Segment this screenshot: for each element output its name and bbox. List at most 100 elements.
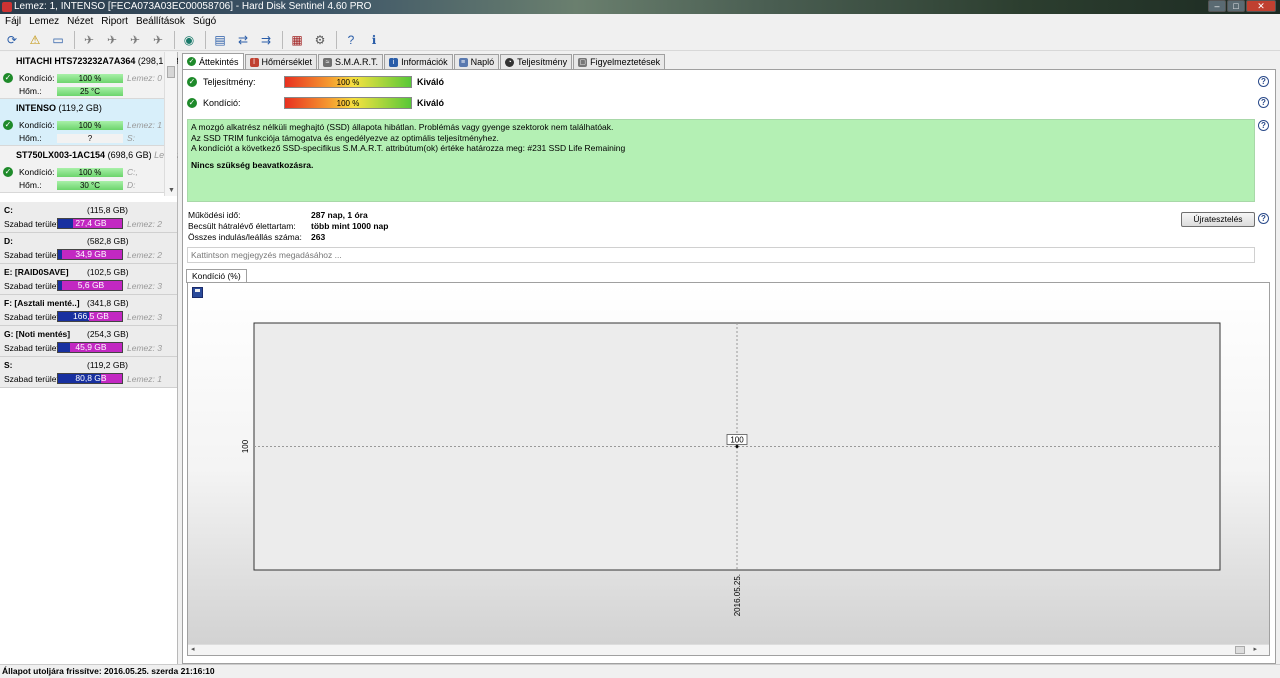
help-icon[interactable]: ? xyxy=(1258,213,1269,224)
condition-bar: 100 % xyxy=(57,168,123,177)
alerts-icon: ▢ xyxy=(578,57,588,67)
disk-name: ST750LX003-1AC154 (698,6 GB) Lemez: 2 xyxy=(16,150,178,160)
satellite-icon[interactable]: ✈ xyxy=(103,31,121,49)
menu-help[interactable]: Súgó xyxy=(191,14,222,29)
free-space-bar: 5,6 GB xyxy=(57,280,123,291)
save-icon[interactable] xyxy=(192,287,203,298)
condition-chart: 100 2016.05.25. 100 ◂ ▸ xyxy=(187,282,1270,656)
scroll-right-icon[interactable]: ▸ xyxy=(1253,645,1257,653)
tab-temperature[interactable]: ǀ Hőmérséklet xyxy=(244,54,318,69)
data-point xyxy=(735,445,739,448)
warning-icon[interactable]: ⚠ xyxy=(26,31,44,49)
menu-report[interactable]: Riport xyxy=(99,14,134,29)
disk-item[interactable]: HITACHI HTS723232A7A364 (298,1 GB) ✓ Kon… xyxy=(0,52,178,99)
tab-performance[interactable]: ◔ Teljesítmény xyxy=(500,54,573,69)
maximize-button[interactable]: □ xyxy=(1227,0,1245,12)
volume-item[interactable]: C: (115,8 GB) Szabad terület 27,4 GB Leme… xyxy=(0,202,177,233)
title-bar: Lemez: 1, INTENSO [FECA073A03EC00058706]… xyxy=(0,0,1280,14)
satellite-icon[interactable]: ✈ xyxy=(126,31,144,49)
info-recommendation: Nincs szükség beavatkozásra. xyxy=(191,159,314,170)
minimize-button[interactable]: – xyxy=(1208,0,1226,12)
tab-bar: ✓ Áttekintés ǀ Hőmérséklet ≈ S.M.A.R.T. i In… xyxy=(182,53,666,69)
y-tick-label: 100 xyxy=(241,439,250,453)
disk-item[interactable]: ST750LX003-1AC154 (698,6 GB) Lemez: 2 ✓ … xyxy=(0,146,178,193)
help-icon[interactable]: ? xyxy=(1258,76,1269,87)
satellite-icon[interactable]: ✈ xyxy=(80,31,98,49)
thermometer-icon: ǀ xyxy=(249,57,259,67)
tab-alerts[interactable]: ▢ Figyelmeztetések xyxy=(573,54,666,69)
sync-icon[interactable]: ⇄ xyxy=(234,31,252,49)
menu-disk[interactable]: Lemez xyxy=(27,14,65,29)
scrollbar-thumb[interactable] xyxy=(1235,646,1245,654)
toolbar-separator xyxy=(205,30,206,49)
free-space-bar: 166,5 GB xyxy=(57,311,123,322)
condition-bar: 100 % xyxy=(284,97,412,109)
disk-list-scrollbar[interactable]: ▼ xyxy=(164,52,177,196)
toolbar-separator xyxy=(282,30,283,49)
check-icon: ✓ xyxy=(187,57,196,66)
help-icon[interactable]: ? xyxy=(1258,120,1269,131)
window-controls: – □ ✕ xyxy=(1207,0,1276,14)
volume-item[interactable]: D: (582,8 GB) Szabad terület 34,9 GB Leme… xyxy=(0,233,177,264)
disk-icon[interactable]: ▭ xyxy=(49,31,67,49)
free-space-bar: 45,9 GB xyxy=(57,342,123,353)
info-icon[interactable]: ℹ xyxy=(365,31,383,49)
chart-icon[interactable]: ▦ xyxy=(288,31,306,49)
temperature-bar: ? xyxy=(57,134,123,143)
free-space-bar: 34,9 GB xyxy=(57,249,123,260)
toolbar-separator xyxy=(174,30,175,49)
smart-icon: ≈ xyxy=(323,57,333,67)
ok-status-icon: ✓ xyxy=(187,98,197,108)
condition-bar: 100 % xyxy=(57,74,123,83)
volume-item[interactable]: G: [Noti mentés] (254,3 GB) Szabad terüle… xyxy=(0,326,177,357)
tab-log[interactable]: ≡ Napló xyxy=(453,54,500,69)
log-icon: ≡ xyxy=(458,57,468,67)
tab-information[interactable]: i Információk xyxy=(384,54,453,69)
tab-condition-chart[interactable]: Kondíció (%) xyxy=(186,269,247,283)
close-button[interactable]: ✕ xyxy=(1246,0,1276,12)
ok-status-icon: ✓ xyxy=(187,77,197,87)
toolbar-separator xyxy=(74,30,75,49)
volume-item[interactable]: S: (119,2 GB) Szabad terület 80,8 GB Leme… xyxy=(0,357,177,388)
menu-view[interactable]: Nézet xyxy=(65,14,99,29)
disk-list: HITACHI HTS723232A7A364 (298,1 GB) ✓ Kon… xyxy=(0,52,178,196)
transfer-icon[interactable]: ⇉ xyxy=(257,31,275,49)
x-tick-label: 2016.05.25. xyxy=(733,574,742,616)
info-line: Az SSD TRIM funkciója támogatva és enged… xyxy=(191,132,499,143)
start-stop-count: 263 xyxy=(311,232,326,242)
estimated-lifetime: több mint 1000 nap xyxy=(311,221,389,231)
note-input[interactable]: Kattintson megjegyzés megadásához ... xyxy=(187,247,1255,263)
volume-item[interactable]: F: [Asztali menté..] (341,8 GB) Szabad te… xyxy=(0,295,177,326)
scroll-down-icon[interactable]: ▼ xyxy=(168,187,175,194)
tab-smart[interactable]: ≈ S.M.A.R.T. xyxy=(318,54,384,69)
disk-item[interactable]: INTENSO (119,2 GB) ✓ Kondíció: 100 % Lemez… xyxy=(0,99,164,146)
refresh-icon[interactable]: ⟳ xyxy=(3,31,21,49)
overview-panel: ✓ Teljesítmény: 100 % Kiváló ? ✓ Kondíci… xyxy=(182,69,1276,664)
chart-svg: 100 2016.05.25. 100 xyxy=(241,322,1221,616)
app-icon xyxy=(2,2,12,12)
tab-overview[interactable]: ✓ Áttekintés xyxy=(182,53,244,69)
gear-icon[interactable]: ⚙ xyxy=(311,31,329,49)
help-icon[interactable]: ? xyxy=(342,31,360,49)
info-icon: i xyxy=(389,57,399,67)
globe-icon[interactable]: ◉ xyxy=(180,31,198,49)
retest-button[interactable]: Újratesztelés xyxy=(1181,212,1255,227)
volume-item[interactable]: E: [RAID0SAVE] (102,5 GB) Szabad terület … xyxy=(0,264,177,295)
scroll-left-icon[interactable]: ◂ xyxy=(191,645,195,653)
chart-scrollbar[interactable]: ◂ ▸ xyxy=(188,644,1269,655)
disk-name: HITACHI HTS723232A7A364 (298,1 GB) xyxy=(16,56,178,66)
info-line: A kondíciót a következő SSD-specifikus S… xyxy=(191,143,626,153)
scrollbar-thumb[interactable] xyxy=(167,66,175,78)
report-icon[interactable]: ▤ xyxy=(211,31,229,49)
menu-file[interactable]: Fájl xyxy=(3,14,27,29)
status-bar: Állapot utoljára frissítve: 2016.05.25. … xyxy=(0,664,1280,678)
free-space-bar: 27,4 GB xyxy=(57,218,123,229)
status-info-box: A mozgó alkatrész nélküli meghajtó (SSD)… xyxy=(187,119,1255,202)
window-title: Lemez: 1, INTENSO [FECA073A03EC00058706]… xyxy=(14,1,372,12)
condition-bar: 100 % xyxy=(57,121,123,130)
temperature-bar: 30 °C xyxy=(57,181,123,190)
disk-stats: Működési idő: 287 nap, 1 óra Becsült hátr… xyxy=(188,210,389,242)
satellite-icon[interactable]: ✈ xyxy=(149,31,167,49)
menu-settings[interactable]: Beállítások xyxy=(134,14,191,29)
help-icon[interactable]: ? xyxy=(1258,97,1269,108)
